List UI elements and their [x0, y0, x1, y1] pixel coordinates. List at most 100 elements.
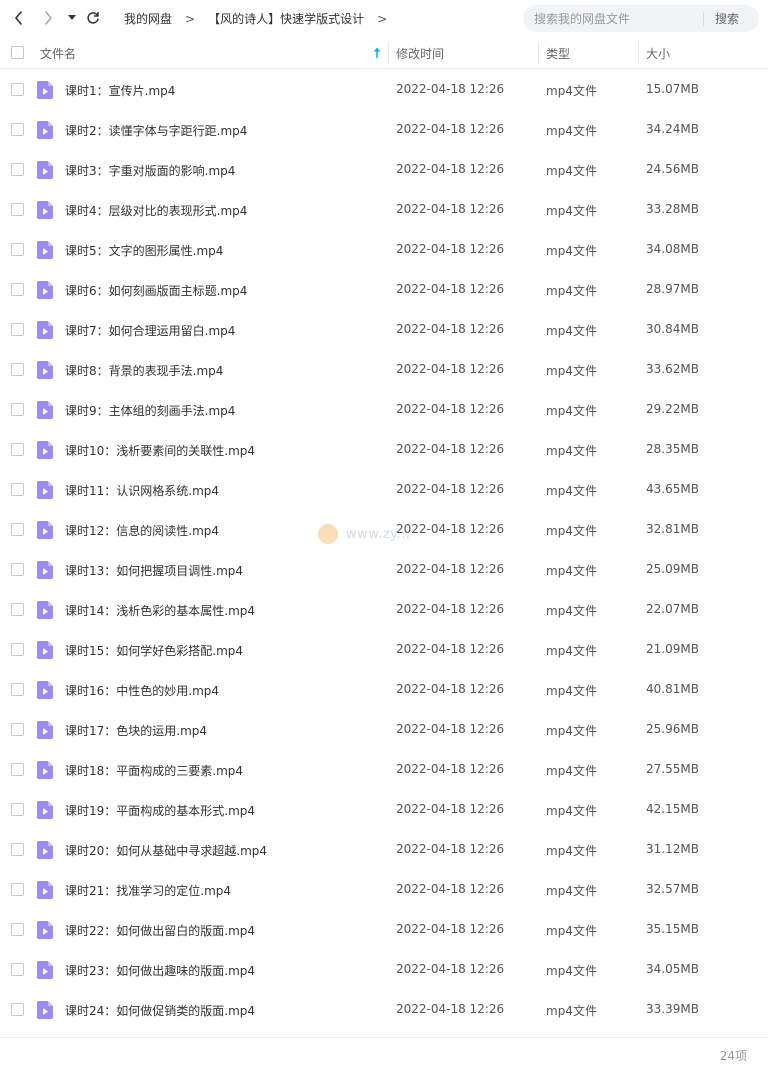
table-row[interactable]: 课时17：色块的运用.mp4 2022-04-18 12:26 mp4文件 25.96… [0, 710, 768, 750]
forward-button[interactable] [37, 7, 59, 29]
row-checkbox[interactable] [11, 363, 24, 376]
file-size: 33.62MB [646, 362, 699, 376]
file-name[interactable]: 课时14：浅析色彩的基本属性.mp4 [65, 602, 255, 619]
table-row[interactable]: 课时10：浅析要素间的关联性.mp4 2022-04-18 12:26 mp4文件 2… [0, 430, 768, 470]
file-name[interactable]: 课时4：层级对比的表现形式.mp4 [65, 202, 247, 219]
file-name[interactable]: 课时20：如何从基础中寻求超越.mp4 [65, 842, 267, 859]
row-checkbox[interactable] [11, 843, 24, 856]
breadcrumb-item-folder[interactable]: 【风的诗人】快速学版式设计 [208, 10, 364, 27]
file-name[interactable]: 课时2：读懂字体与字距行距.mp4 [65, 122, 247, 139]
file-modified-time: 2022-04-18 12:26 [396, 322, 505, 336]
file-name[interactable]: 课时11：认识网格系统.mp4 [65, 482, 219, 499]
search-input[interactable] [523, 5, 703, 32]
breadcrumb-item-root[interactable]: 我的网盘 [124, 10, 172, 27]
video-file-icon [37, 81, 53, 99]
file-name[interactable]: 课时15：如何学好色彩搭配.mp4 [65, 642, 243, 659]
table-row[interactable]: 课时14：浅析色彩的基本属性.mp4 2022-04-18 12:26 mp4文件 2… [0, 590, 768, 630]
sort-ascending-icon[interactable] [372, 47, 382, 59]
file-name[interactable]: 课时10：浅析要素间的关联性.mp4 [65, 442, 255, 459]
table-row[interactable]: 课时4：层级对比的表现形式.mp4 2022-04-18 12:26 mp4文件 33… [0, 190, 768, 230]
file-name[interactable]: 课时3：字重对版面的影响.mp4 [65, 162, 235, 179]
select-all-checkbox[interactable] [11, 46, 24, 59]
file-type: mp4文件 [546, 444, 597, 458]
row-checkbox[interactable] [11, 963, 24, 976]
table-row[interactable]: 课时9：主体组的刻画手法.mp4 2022-04-18 12:26 mp4文件 29.… [0, 390, 768, 430]
video-file-icon [37, 681, 53, 699]
row-checkbox[interactable] [11, 403, 24, 416]
row-checkbox[interactable] [11, 203, 24, 216]
column-header-name[interactable]: 文件名 [40, 45, 76, 62]
row-checkbox[interactable] [11, 283, 24, 296]
file-type: mp4文件 [546, 484, 597, 498]
file-type: mp4文件 [546, 324, 597, 338]
file-name[interactable]: 课时17：色块的运用.mp4 [65, 722, 207, 739]
column-header-size[interactable]: 大小 [646, 45, 670, 62]
file-type: mp4文件 [546, 724, 597, 738]
history-dropdown-button[interactable] [63, 7, 81, 29]
row-checkbox[interactable] [11, 1003, 24, 1016]
table-row[interactable]: 课时20：如何从基础中寻求超越.mp4 2022-04-18 12:26 mp4文件… [0, 830, 768, 870]
file-name[interactable]: 课时7：如何合理运用留白.mp4 [65, 322, 235, 339]
file-name[interactable]: 课时9：主体组的刻画手法.mp4 [65, 402, 235, 419]
table-row[interactable]: 课时1：宣传片.mp4 2022-04-18 12:26 mp4文件 15.07MB [0, 70, 768, 110]
table-row[interactable]: 课时22：如何做出留白的版面.mp4 2022-04-18 12:26 mp4文件 3… [0, 910, 768, 950]
row-checkbox[interactable] [11, 243, 24, 256]
row-checkbox[interactable] [11, 83, 24, 96]
file-modified-time: 2022-04-18 12:26 [396, 82, 505, 96]
table-row[interactable]: 课时24：如何做促销类的版面.mp4 2022-04-18 12:26 mp4文件 3… [0, 990, 768, 1030]
file-name[interactable]: 课时21：找准学习的定位.mp4 [65, 882, 231, 899]
row-checkbox[interactable] [11, 683, 24, 696]
refresh-button[interactable] [82, 7, 104, 29]
row-checkbox[interactable] [11, 883, 24, 896]
file-name[interactable]: 课时23：如何做出趣味的版面.mp4 [65, 962, 255, 979]
file-name[interactable]: 课时13：如何把握项目调性.mp4 [65, 562, 243, 579]
table-row[interactable]: 课时13：如何把握项目调性.mp4 2022-04-18 12:26 mp4文件 25… [0, 550, 768, 590]
back-button[interactable] [8, 7, 30, 29]
table-row[interactable]: 课时6：如何刻画版面主标题.mp4 2022-04-18 12:26 mp4文件 28… [0, 270, 768, 310]
column-divider[interactable] [538, 42, 539, 64]
file-name[interactable]: 课时1：宣传片.mp4 [65, 82, 175, 99]
row-checkbox[interactable] [11, 643, 24, 656]
column-divider[interactable] [638, 42, 639, 64]
row-checkbox[interactable] [11, 483, 24, 496]
file-modified-time: 2022-04-18 12:26 [396, 122, 505, 136]
row-checkbox[interactable] [11, 923, 24, 936]
column-header-modified[interactable]: 修改时间 [396, 45, 444, 62]
file-name[interactable]: 课时12：信息的阅读性.mp4 [65, 522, 219, 539]
file-name[interactable]: 课时18：平面构成的三要素.mp4 [65, 762, 243, 779]
table-row[interactable]: 课时19：平面构成的基本形式.mp4 2022-04-18 12:26 mp4文件 4… [0, 790, 768, 830]
row-checkbox[interactable] [11, 443, 24, 456]
table-row[interactable]: 课时11：认识网格系统.mp4 2022-04-18 12:26 mp4文件 43.6… [0, 470, 768, 510]
file-name[interactable]: 课时24：如何做促销类的版面.mp4 [65, 1002, 255, 1019]
row-checkbox[interactable] [11, 803, 24, 816]
table-row[interactable]: 课时3：字重对版面的影响.mp4 2022-04-18 12:26 mp4文件 24.… [0, 150, 768, 190]
table-row[interactable]: 课时7：如何合理运用留白.mp4 2022-04-18 12:26 mp4文件 30.… [0, 310, 768, 350]
file-name[interactable]: 课时16：中性色的妙用.mp4 [65, 682, 219, 699]
row-checkbox[interactable] [11, 523, 24, 536]
file-name[interactable]: 课时22：如何做出留白的版面.mp4 [65, 922, 255, 939]
column-divider[interactable] [388, 42, 389, 64]
table-row[interactable]: 课时5：文字的图形属性.mp4 2022-04-18 12:26 mp4文件 34.0… [0, 230, 768, 270]
table-row[interactable]: 课时2：读懂字体与字距行距.mp4 2022-04-18 12:26 mp4文件 34… [0, 110, 768, 150]
row-checkbox[interactable] [11, 723, 24, 736]
file-name[interactable]: 课时5：文字的图形属性.mp4 [65, 242, 223, 259]
search-button[interactable]: 搜索 [704, 5, 750, 32]
row-checkbox[interactable] [11, 163, 24, 176]
table-row[interactable]: 课时8：背景的表现手法.mp4 2022-04-18 12:26 mp4文件 33.6… [0, 350, 768, 390]
row-checkbox[interactable] [11, 563, 24, 576]
file-modified-time: 2022-04-18 12:26 [396, 242, 505, 256]
file-name[interactable]: 课时8：背景的表现手法.mp4 [65, 362, 223, 379]
table-row[interactable]: 课时15：如何学好色彩搭配.mp4 2022-04-18 12:26 mp4文件 21… [0, 630, 768, 670]
table-row[interactable]: 课时23：如何做出趣味的版面.mp4 2022-04-18 12:26 mp4文件 3… [0, 950, 768, 990]
table-row[interactable]: 课时21：找准学习的定位.mp4 2022-04-18 12:26 mp4文件 32.… [0, 870, 768, 910]
row-checkbox[interactable] [11, 603, 24, 616]
column-header-type[interactable]: 类型 [546, 45, 570, 62]
file-name[interactable]: 课时6：如何刻画版面主标题.mp4 [65, 282, 247, 299]
table-row[interactable]: 课时18：平面构成的三要素.mp4 2022-04-18 12:26 mp4文件 27… [0, 750, 768, 790]
row-checkbox[interactable] [11, 323, 24, 336]
file-name[interactable]: 课时19：平面构成的基本形式.mp4 [65, 802, 255, 819]
row-checkbox[interactable] [11, 123, 24, 136]
video-file-icon [37, 721, 53, 739]
row-checkbox[interactable] [11, 763, 24, 776]
table-row[interactable]: 课时16：中性色的妙用.mp4 2022-04-18 12:26 mp4文件 40.8… [0, 670, 768, 710]
